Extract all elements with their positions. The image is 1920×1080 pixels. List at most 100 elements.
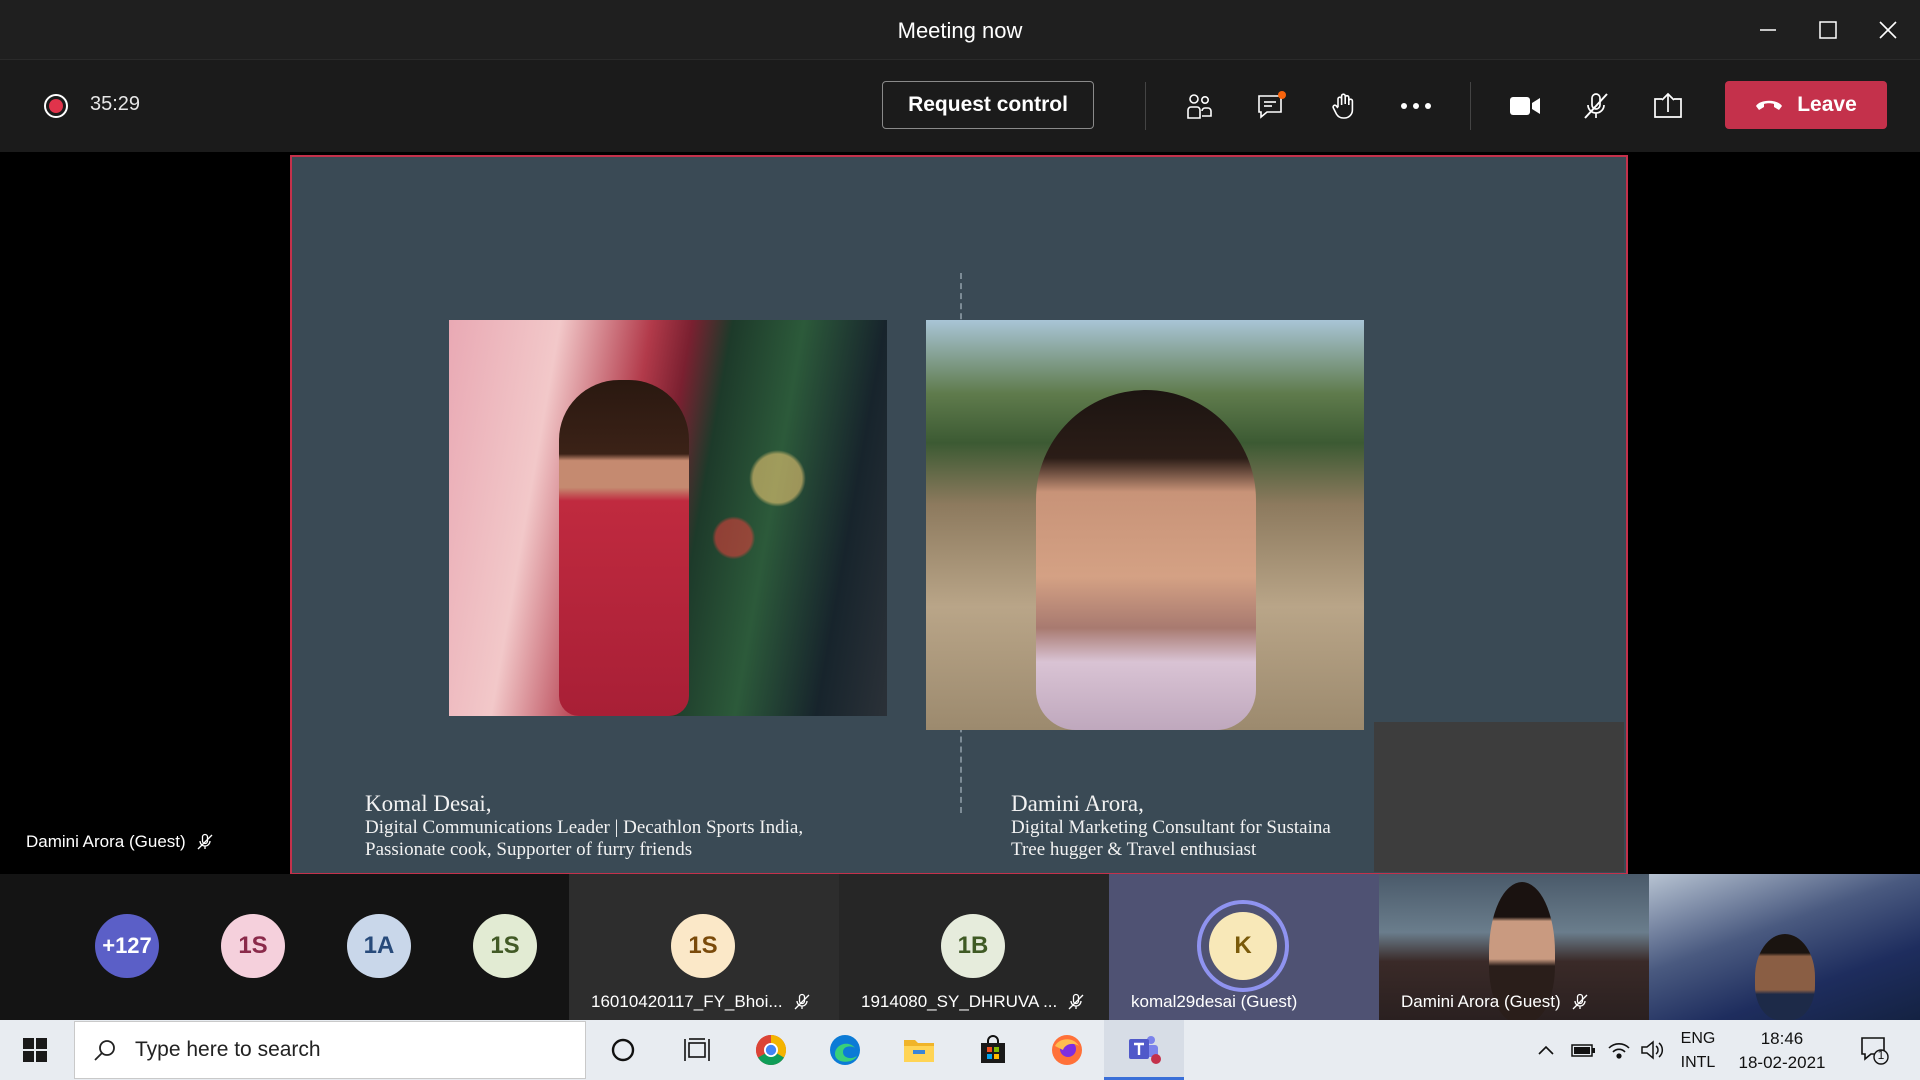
title-bar: Meeting now [0, 0, 1920, 60]
meeting-timer: 35:29 [90, 93, 141, 115]
meeting-controls: 35:29 Request control Leave [0, 60, 1920, 152]
participant-tile-active-speaker[interactable]: K komal29desai (Guest) [1109, 874, 1379, 1020]
microphone-off-icon [794, 993, 810, 1010]
clock-date: 18-02-2021 [1738, 1053, 1826, 1072]
wifi-icon [1608, 1043, 1630, 1059]
share-screen-button[interactable] [1644, 82, 1692, 130]
speaker-role: Digital Marketing Consultant for Sustain… [1011, 817, 1331, 838]
firefox-icon [1052, 1035, 1082, 1065]
participant-video-feed [1755, 934, 1815, 1020]
speaker-name: Damini Arora, [1011, 791, 1144, 816]
teams-taskbar-button[interactable] [1104, 1020, 1184, 1080]
speaker-caption-left: Komal Desai, Digital Communications Lead… [365, 791, 803, 861]
participant-name: Damini Arora (Guest) [1401, 992, 1561, 1011]
task-view-icon [684, 1038, 710, 1061]
more-actions-button[interactable] [1392, 82, 1440, 130]
participant-avatar[interactable]: 1S [221, 914, 285, 978]
participant-strip: +127 1S 1A 1S 1S 16010420117_FY_Bhoi... … [0, 874, 1920, 1022]
search-icon [94, 1040, 115, 1061]
edge-icon [830, 1035, 860, 1065]
participant-video-tile[interactable]: Damini Arora (Guest) [1379, 874, 1649, 1022]
participant-avatar: 1S [671, 914, 735, 978]
folder-icon [904, 1040, 934, 1062]
window-title: Meeting now [897, 18, 1023, 43]
cortana-icon [611, 1038, 635, 1062]
show-hidden-icons-button[interactable] [1530, 1020, 1562, 1080]
participant-name-label: Damini Arora (Guest) [1401, 992, 1589, 1012]
participant-name-label: 1914080_SY_DHRUVA ... [861, 992, 1085, 1012]
participant-avatar[interactable]: 1A [347, 914, 411, 978]
person-silhouette [559, 380, 689, 716]
chat-icon [1258, 91, 1286, 119]
speaker-name: Komal Desai, [365, 791, 492, 816]
microphone-off-icon [197, 833, 213, 850]
person-silhouette [1036, 390, 1256, 730]
people-icon [1187, 94, 1212, 119]
store-bag-icon [981, 1035, 1005, 1063]
speaker-tagline: Tree hugger & Travel enthusiast [1011, 839, 1257, 860]
firefox-taskbar-button[interactable] [1030, 1020, 1104, 1080]
task-view-button[interactable] [660, 1020, 734, 1080]
speaker-icon [1641, 1040, 1664, 1060]
action-center-button[interactable]: 1 [1846, 1020, 1902, 1080]
leave-label: Leave [1797, 93, 1857, 116]
speaker-photo-komal [449, 320, 887, 716]
hang-up-icon [1756, 100, 1783, 110]
chrome-taskbar-button[interactable] [734, 1020, 808, 1080]
maximize-icon [1819, 21, 1837, 39]
chevron-up-icon [1538, 1045, 1554, 1055]
participant-video-tile[interactable] [1649, 874, 1920, 1020]
file-explorer-taskbar-button[interactable] [882, 1020, 956, 1080]
microphone-button[interactable] [1572, 82, 1620, 130]
taskbar-search-box[interactable]: Type here to search [74, 1021, 586, 1079]
participant-name: komal29desai (Guest) [1131, 992, 1298, 1011]
microphone-off-icon [1584, 93, 1608, 119]
overflow-participants-count[interactable]: +127 [95, 914, 159, 978]
divider [1145, 82, 1146, 130]
more-icon [1401, 103, 1431, 109]
participant-avatar: K [1209, 912, 1277, 980]
participant-tile[interactable]: 1B 1914080_SY_DHRUVA ... [839, 874, 1109, 1020]
volume-control[interactable] [1636, 1020, 1668, 1080]
close-button[interactable] [1858, 0, 1918, 60]
participant-name: 16010420117_FY_Bhoi... [591, 992, 783, 1011]
speaker-caption-right: Damini Arora, Digital Marketing Consulta… [1011, 791, 1373, 861]
participant-name-label: komal29desai (Guest) [1131, 992, 1297, 1012]
taskbar-clock[interactable]: 18:46 18-02-2021 [1728, 1027, 1836, 1075]
speaker-role: Digital Communications Leader | Decathlo… [365, 817, 804, 838]
start-button[interactable] [0, 1020, 70, 1080]
participant-avatar: 1B [941, 914, 1005, 978]
speaker-tagline: Passionate cook, Supporter of furry frie… [365, 839, 693, 860]
input-language-indicator[interactable]: ENG INTL [1668, 1027, 1728, 1075]
battery-status[interactable] [1566, 1020, 1602, 1080]
shared-screen: Komal Desai, Digital Communications Lead… [290, 155, 1628, 875]
minimize-icon [1760, 29, 1776, 31]
video-camera-icon [1510, 97, 1540, 115]
windows-taskbar: Type here to search ENG INTL 18:46 18-02… [0, 1020, 1920, 1080]
network-status[interactable] [1602, 1020, 1636, 1080]
close-icon [1879, 21, 1897, 39]
participant-name: 1914080_SY_DHRUVA ... [861, 992, 1058, 1011]
leave-button[interactable]: Leave [1725, 81, 1887, 129]
microphone-off-icon [1068, 993, 1084, 1010]
edge-taskbar-button[interactable] [808, 1020, 882, 1080]
store-taskbar-button[interactable] [956, 1020, 1030, 1080]
participant-name-label: 16010420117_FY_Bhoi... [591, 992, 811, 1012]
share-tray-icon [1654, 92, 1682, 118]
participants-button[interactable] [1175, 82, 1223, 130]
notification-count: 1 [1877, 1048, 1885, 1062]
windows-logo-icon [23, 1038, 47, 1062]
chat-button[interactable] [1248, 82, 1296, 130]
cortana-button[interactable] [586, 1020, 660, 1080]
participant-tile[interactable]: 1S 16010420117_FY_Bhoi... [569, 874, 839, 1020]
camera-button[interactable] [1501, 82, 1549, 130]
search-placeholder: Type here to search [135, 1038, 321, 1061]
microphone-off-icon [1572, 993, 1588, 1010]
maximize-button[interactable] [1798, 0, 1858, 60]
minimize-button[interactable] [1738, 0, 1798, 60]
keyboard-layout: INTL [1680, 1054, 1716, 1071]
hand-icon [1332, 93, 1354, 119]
request-control-button[interactable]: Request control [882, 81, 1094, 129]
raise-hand-button[interactable] [1320, 82, 1368, 130]
participant-avatar[interactable]: 1S [473, 914, 537, 978]
